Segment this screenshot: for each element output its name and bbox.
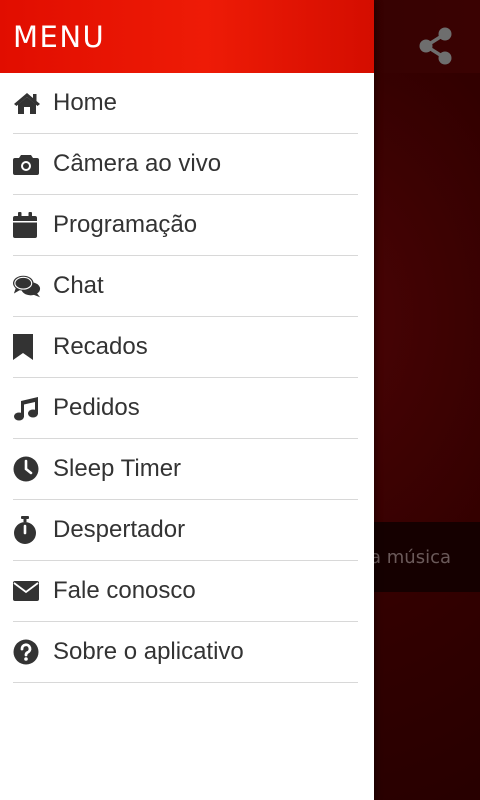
menu-item-label: Fale conosco [53,577,196,604]
menu-item-label: Despertador [53,516,186,543]
share-icon [419,27,453,65]
menu-item-label: Sleep Timer [53,455,182,482]
menu-item-about[interactable]: Sobre o aplicativo [13,622,358,683]
menu-item-contact[interactable]: Fale conosco [13,561,358,622]
menu-item-alarm[interactable]: Despertador [13,500,358,561]
menu-list: Home Câmera ao vivo Programação Chat Rec… [0,73,374,683]
menu-item-chat[interactable]: Chat [13,256,358,317]
question-circle-icon [13,638,41,666]
menu-item-label: Pedidos [53,394,140,421]
menu-item-requests[interactable]: Pedidos [13,378,358,439]
menu-item-label: Home [53,89,118,116]
menu-item-schedule[interactable]: Programação [13,195,358,256]
clock-icon [13,455,41,483]
calendar-icon [13,211,41,239]
drawer-title: MENU [13,19,106,54]
menu-item-label: Recados [53,333,148,360]
menu-item-label: Programação [53,211,198,238]
navigation-drawer: MENU Home Câmera ao vivo Programação Cha… [0,0,374,800]
envelope-icon [13,577,41,605]
now-playing-bar[interactable]: a música [370,522,480,592]
menu-item-sleep-timer[interactable]: Sleep Timer [13,439,358,500]
bookmark-icon [13,333,41,361]
menu-item-messages[interactable]: Recados [13,317,358,378]
chat-icon [13,272,41,300]
menu-item-label: Câmera ao vivo [53,150,222,177]
music-note-icon [13,394,41,422]
drawer-header: MENU [0,0,374,73]
menu-item-home[interactable]: Home [13,73,358,134]
home-icon [13,89,41,117]
now-playing-text: a música [370,546,451,568]
menu-item-label: Sobre o aplicativo [53,638,244,665]
stopwatch-icon [13,516,41,544]
camera-icon [13,150,41,178]
menu-item-label: Chat [53,272,104,299]
menu-item-camera[interactable]: Câmera ao vivo [13,134,358,195]
share-button[interactable] [418,26,454,66]
